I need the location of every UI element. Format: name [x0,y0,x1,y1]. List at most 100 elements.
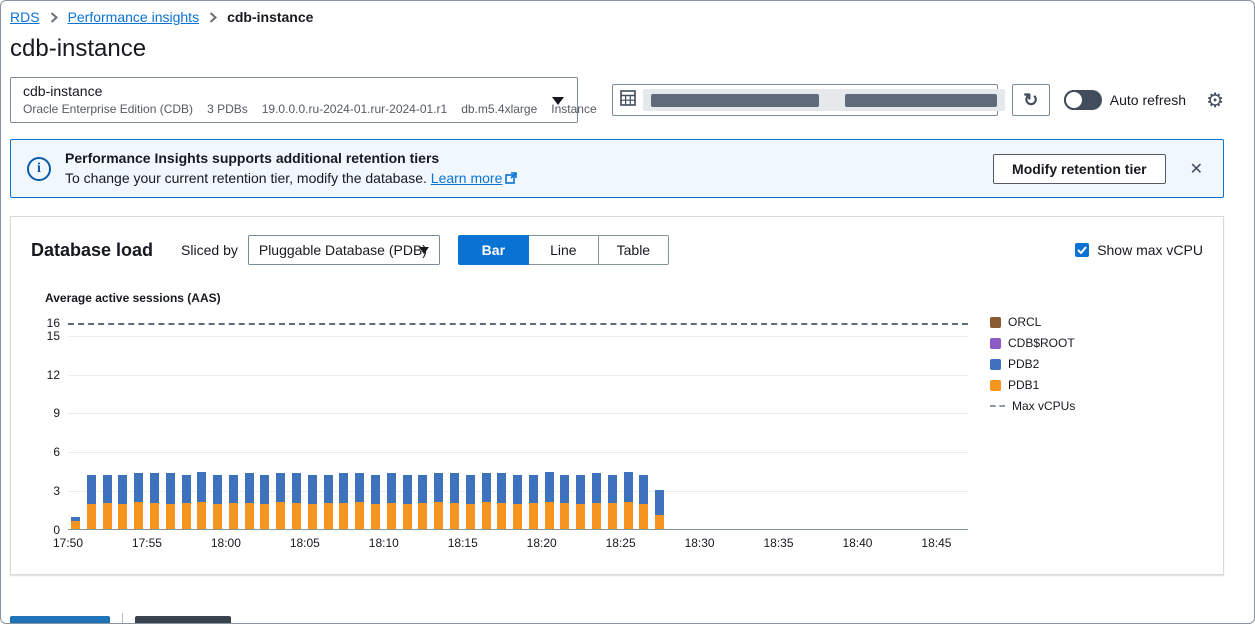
chart-plot-area[interactable] [68,315,968,530]
bar-segment-pdb2[interactable] [624,472,633,502]
bar-segment-pdb2[interactable] [324,475,333,503]
bar-segment-pdb2[interactable] [513,475,522,505]
bar-segment-pdb2[interactable] [371,475,380,505]
learn-more-link[interactable]: Learn more [431,170,518,186]
legend-item-cdb-root[interactable]: CDB$ROOT [990,336,1075,350]
bar-segment-pdb2[interactable] [118,475,127,505]
bar-segment-pdb1[interactable] [403,504,412,529]
bar-segment-pdb2[interactable] [182,475,191,503]
bar-segment-pdb2[interactable] [87,475,96,505]
bar-segment-pdb2[interactable] [166,473,175,504]
bar-segment-pdb2[interactable] [639,475,648,505]
bar-segment-pdb1[interactable] [466,504,475,529]
bar-segment-pdb1[interactable] [324,503,333,529]
bar-segment-pdb2[interactable] [71,517,80,521]
auto-refresh-toggle[interactable] [1064,90,1102,110]
bar-segment-pdb2[interactable] [655,490,664,515]
legend-item-pdb2[interactable]: PDB2 [990,357,1075,371]
bar-segment-pdb1[interactable] [529,503,538,529]
bar-segment-pdb2[interactable] [466,475,475,505]
time-range-picker[interactable] [612,84,998,116]
bar-segment-pdb2[interactable] [592,473,601,503]
bar-segment-pdb2[interactable] [245,473,254,503]
legend-item-pdb1[interactable]: PDB1 [990,378,1075,392]
bar-segment-pdb1[interactable] [71,521,80,529]
bar-segment-pdb1[interactable] [260,504,269,529]
view-tab-line[interactable]: Line [528,235,599,265]
breadcrumb-performance-insights-link[interactable]: Performance insights [68,9,200,25]
bar-segment-pdb1[interactable] [545,502,554,529]
bar-segment-pdb1[interactable] [292,503,301,529]
bar-segment-pdb2[interactable] [229,475,238,503]
bar-segment-pdb2[interactable] [497,473,506,503]
x-tick-label: 17:50 [53,536,83,550]
bar-segment-pdb1[interactable] [197,502,206,529]
bar-segment-pdb2[interactable] [529,475,538,503]
modify-retention-tier-button[interactable]: Modify retention tier [993,154,1166,184]
bar-segment-pdb2[interactable] [545,472,554,502]
settings-gear-icon[interactable]: ⚙ [1206,88,1224,113]
bar-segment-pdb1[interactable] [166,504,175,529]
bar-segment-pdb1[interactable] [624,502,633,529]
bar-segment-pdb1[interactable] [450,503,459,529]
bar-segment-pdb1[interactable] [497,503,506,529]
bar-segment-pdb1[interactable] [103,503,112,529]
bar-segment-pdb2[interactable] [276,473,285,501]
bar-segment-pdb1[interactable] [418,503,427,529]
bar-segment-pdb2[interactable] [355,473,364,501]
view-tab-bar[interactable]: Bar [458,235,529,265]
bar-segment-pdb1[interactable] [182,503,191,529]
view-tab-table[interactable]: Table [598,235,669,265]
bar-segment-pdb1[interactable] [276,502,285,529]
bar-segment-pdb2[interactable] [103,475,112,503]
bar-segment-pdb1[interactable] [608,503,617,529]
bar-segment-pdb2[interactable] [450,473,459,503]
breadcrumb-rds-link[interactable]: RDS [10,9,40,25]
bar-segment-pdb1[interactable] [150,503,159,529]
bar-segment-pdb1[interactable] [229,503,238,529]
bar-segment-pdb2[interactable] [608,475,617,503]
bar-segment-pdb1[interactable] [118,504,127,529]
close-icon[interactable]: ✕ [1186,157,1207,181]
bar-segment-pdb2[interactable] [150,473,159,503]
bar-segment-pdb1[interactable] [655,515,664,529]
bar-segment-pdb1[interactable] [513,504,522,529]
bar-segment-pdb1[interactable] [371,504,380,529]
bar-segment-pdb2[interactable] [482,473,491,501]
bar-segment-pdb1[interactable] [482,502,491,529]
bar-segment-pdb2[interactable] [403,475,412,505]
bar-segment-pdb2[interactable] [576,475,585,505]
bar-segment-pdb2[interactable] [213,475,222,505]
bar-segment-pdb2[interactable] [418,475,427,503]
bar-segment-pdb1[interactable] [592,503,601,529]
bar-segment-pdb2[interactable] [292,473,301,503]
bar-segment-pdb2[interactable] [134,473,143,501]
bar-segment-pdb2[interactable] [197,472,206,502]
legend-item-orcl[interactable]: ORCL [990,315,1075,329]
bar-segment-pdb2[interactable] [260,475,269,505]
sliced-by-select[interactable]: Pluggable Database (PDB) [248,235,440,265]
bar-segment-pdb1[interactable] [213,504,222,529]
bar-segment-pdb2[interactable] [434,473,443,501]
bar-segment-pdb1[interactable] [560,503,569,529]
instance-selector-dropdown[interactable]: cdb-instance Oracle Enterprise Edition (… [10,77,578,123]
bar-segment-pdb2[interactable] [560,475,569,503]
bar-segment-pdb1[interactable] [355,502,364,529]
bar-segment-pdb2[interactable] [308,475,317,505]
bar-segment-pdb1[interactable] [245,503,254,529]
bar-segment-pdb1[interactable] [434,502,443,529]
bar-segment-pdb2[interactable] [387,473,396,503]
show-max-vcpu-checkbox[interactable] [1075,243,1089,257]
bar-segment-pdb1[interactable] [87,504,96,529]
instance-name: cdb-instance [23,83,541,99]
bar-segment-pdb1[interactable] [387,503,396,529]
bar-segment-pdb1[interactable] [576,504,585,529]
bar-segment-pdb2[interactable] [339,473,348,503]
refresh-button[interactable]: ↻ [1012,84,1050,116]
bar-segment-pdb1[interactable] [134,502,143,529]
bar-segment-pdb1[interactable] [308,504,317,529]
bar-segment-pdb1[interactable] [639,504,648,529]
legend-item-max-vcpus[interactable]: Max vCPUs [990,399,1075,413]
toggle-knob [1064,90,1084,110]
bar-segment-pdb1[interactable] [339,503,348,529]
